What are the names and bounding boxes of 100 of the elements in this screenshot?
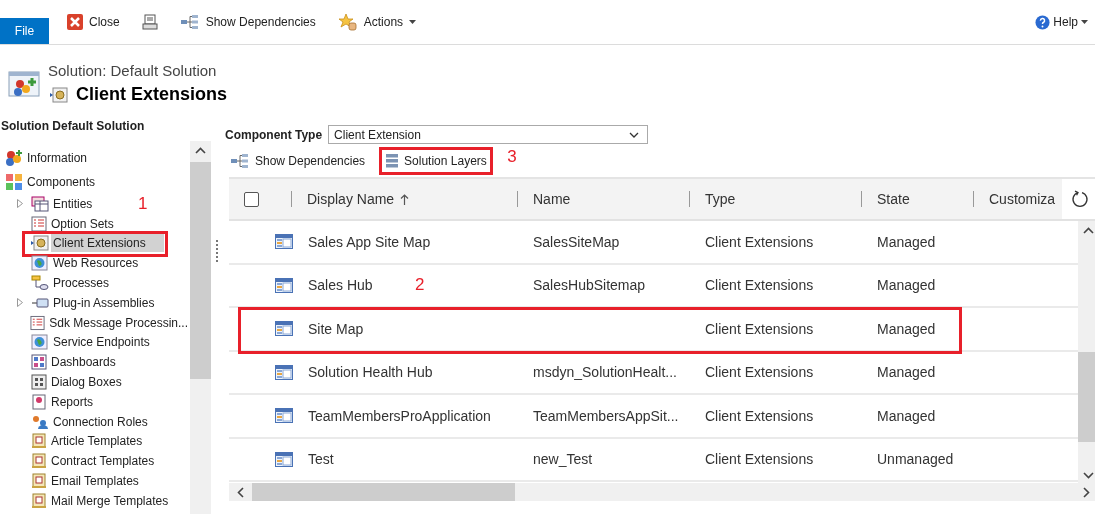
chevron-down-icon <box>629 131 640 138</box>
table-cell: Managed <box>877 233 936 250</box>
scroll-left-icon[interactable] <box>237 486 244 498</box>
globe-icon <box>31 334 49 351</box>
tree-item[interactable]: Processes <box>51 274 112 293</box>
record-icon <box>275 277 293 293</box>
expand-arrow-icon[interactable] <box>17 199 23 209</box>
template-icon <box>31 433 47 450</box>
record-icon <box>275 408 293 424</box>
sidebar-title: Solution Default Solution <box>0 118 146 135</box>
show-dependencies-button[interactable]: Show Dependencies <box>205 15 316 29</box>
table-stack-icon <box>31 195 49 212</box>
list-icon <box>30 314 46 331</box>
table-cell: Managed <box>877 364 936 381</box>
tree-item[interactable]: Web Resources <box>51 254 141 273</box>
component-type-dropdown[interactable]: Client Extension <box>328 125 649 144</box>
column-header[interactable]: Name <box>533 191 571 207</box>
tree-item[interactable]: Service Endpoints <box>51 333 152 352</box>
table-cell: TeamMembersProApplication <box>308 407 491 424</box>
tree-item[interactable]: Article Templates <box>49 432 145 451</box>
dependencies-icon <box>179 14 200 30</box>
close-icon <box>67 14 83 30</box>
table-cell: SalesHubSitemap <box>533 277 646 294</box>
record-icon <box>275 451 293 467</box>
globe-icon <box>31 255 49 272</box>
tree-item[interactable]: Dialog Boxes <box>49 373 124 392</box>
tree-item[interactable]: Components <box>25 173 98 191</box>
column-header[interactable]: Display Name <box>307 191 395 207</box>
tree-item[interactable]: Contract Templates <box>49 452 157 471</box>
record-icon <box>275 364 293 380</box>
table-cell: Test <box>308 451 334 468</box>
template-icon <box>31 453 47 470</box>
flowchart-icon <box>31 275 49 292</box>
scrollbar[interactable] <box>1078 221 1095 483</box>
record-icon <box>275 321 293 337</box>
table-cell: Unmanaged <box>877 451 954 468</box>
information-icon <box>5 149 23 167</box>
table-cell: Client Extensions <box>705 277 814 294</box>
table-cell: Site Map <box>308 320 364 337</box>
tree-item[interactable]: Client Extensions <box>51 234 164 253</box>
extension-icon <box>50 85 68 104</box>
actions-menu[interactable]: Actions <box>363 15 404 29</box>
component-type-label: Component Type <box>225 127 323 142</box>
callout-number: 1 <box>138 193 148 214</box>
table-cell: Sales App Site Map <box>308 233 431 250</box>
table-cell: Solution Health Hub <box>308 364 433 381</box>
dependencies-icon <box>230 152 250 169</box>
scrollbar[interactable] <box>190 141 211 514</box>
tree-item[interactable]: Dashboards <box>49 353 118 372</box>
column-header[interactable]: Customiza <box>989 191 1056 207</box>
show-dependencies-button[interactable]: Show Dependencies <box>255 153 366 168</box>
help-icon <box>1035 14 1051 30</box>
table-cell: Managed <box>877 320 936 337</box>
scroll-up-icon[interactable] <box>195 147 206 154</box>
table-cell: Client Extensions <box>705 233 814 250</box>
scroll-up-icon[interactable] <box>1082 227 1094 234</box>
extension-icon <box>31 235 49 252</box>
column-header[interactable]: State <box>877 191 910 207</box>
caret-icon <box>409 20 417 24</box>
expand-arrow-icon[interactable] <box>17 298 23 308</box>
tree-item[interactable]: Connection Roles <box>51 412 150 431</box>
table-cell: Client Extensions <box>705 320 814 337</box>
table-cell: msdyn_SolutionHealt... <box>533 364 677 381</box>
help-menu[interactable]: Help <box>1053 15 1078 29</box>
page-title: Client Extensions <box>76 84 228 105</box>
dashboard-icon <box>31 354 47 371</box>
horizontal-scrollbar[interactable] <box>229 483 1095 501</box>
table-cell: Client Extensions <box>705 407 814 424</box>
breadcrumb-title: Solution: Default Solution <box>48 62 218 79</box>
scroll-down-icon[interactable] <box>1082 472 1094 479</box>
tree-item[interactable]: Plug-in Assemblies <box>51 293 157 312</box>
tree-item[interactable]: Option Sets <box>49 214 116 233</box>
record-icon <box>275 234 293 250</box>
callout-number: 3 <box>507 146 517 167</box>
template-icon <box>31 492 47 509</box>
tree-item[interactable]: Information <box>25 149 90 167</box>
tree-item[interactable]: Reports <box>49 392 96 411</box>
tree-item[interactable]: Email Templates <box>49 472 141 491</box>
tree-item[interactable]: Sdk Message Processin... <box>47 313 190 332</box>
grid-icon <box>31 374 47 391</box>
table-cell: Client Extensions <box>705 451 814 468</box>
column-header[interactable]: Type <box>705 191 736 207</box>
table-cell: new_Test <box>533 451 593 468</box>
refresh-icon[interactable] <box>1071 190 1089 208</box>
caret-icon <box>1081 20 1088 24</box>
table-cell: Client Extensions <box>705 364 814 381</box>
close-button[interactable]: Close <box>89 15 120 29</box>
report-icon <box>31 393 47 410</box>
people-icon <box>31 413 49 430</box>
table-cell: Sales Hub <box>308 277 373 294</box>
scroll-right-icon[interactable] <box>1083 486 1090 498</box>
callout-number: 2 <box>415 275 425 295</box>
printer-icon[interactable] <box>141 14 158 30</box>
tree-item[interactable]: Mail Merge Templates <box>49 491 171 510</box>
table-cell: SalesSiteMap <box>533 233 620 250</box>
tree-item[interactable]: Entities <box>51 194 95 213</box>
select-all-checkbox[interactable] <box>244 191 259 207</box>
file-tab[interactable]: File <box>0 18 49 44</box>
solution-layers-button[interactable]: Solution Layers <box>404 153 487 168</box>
star-hand-icon <box>337 13 358 31</box>
